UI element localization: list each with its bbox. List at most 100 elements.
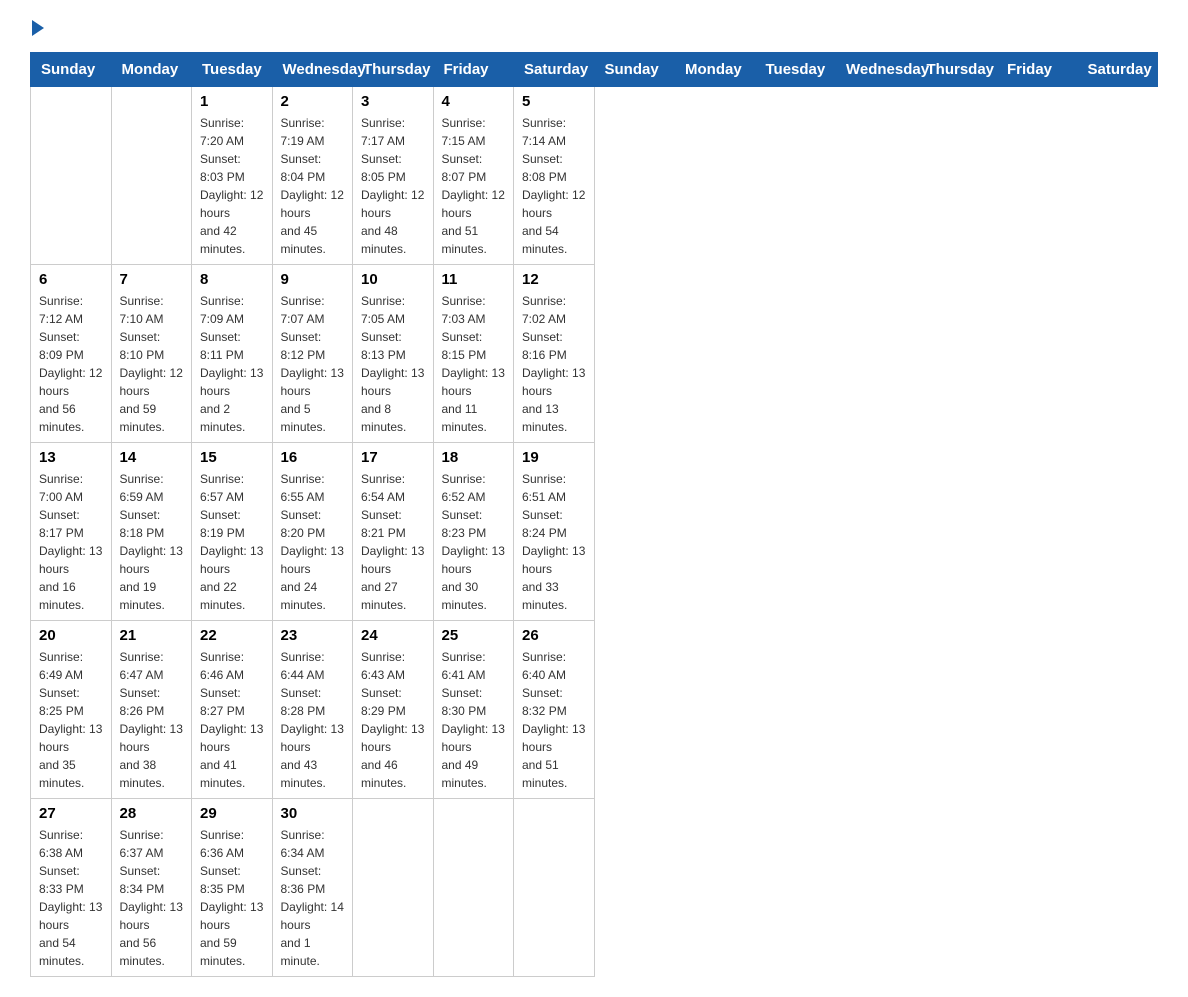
day-info: Sunrise: 6:36 AM Sunset: 8:35 PM Dayligh… xyxy=(200,826,264,970)
header-monday: Monday xyxy=(675,53,756,87)
day-number: 10 xyxy=(361,271,425,288)
day-number: 1 xyxy=(200,93,264,110)
calendar-cell: 8 Sunrise: 7:09 AM Sunset: 8:11 PM Daylig… xyxy=(192,265,273,443)
calendar-cell: 24 Sunrise: 6:43 AM Sunset: 8:29 PM Dayli… xyxy=(353,621,434,799)
day-info: Sunrise: 7:07 AM Sunset: 8:12 PM Dayligh… xyxy=(281,292,345,436)
page-header xyxy=(30,20,1158,32)
day-info: Sunrise: 6:46 AM Sunset: 8:27 PM Dayligh… xyxy=(200,648,264,792)
day-number: 20 xyxy=(39,627,103,644)
calendar-cell: 29 Sunrise: 6:36 AM Sunset: 8:35 PM Dayli… xyxy=(192,799,273,977)
day-info: Sunrise: 6:37 AM Sunset: 8:34 PM Dayligh… xyxy=(120,826,184,970)
day-number: 28 xyxy=(120,805,184,822)
calendar-cell: 7 Sunrise: 7:10 AM Sunset: 8:10 PM Daylig… xyxy=(111,265,192,443)
calendar-cell: 19 Sunrise: 6:51 AM Sunset: 8:24 PM Dayli… xyxy=(514,443,595,621)
day-number: 16 xyxy=(281,449,345,466)
calendar-cell: 6 Sunrise: 7:12 AM Sunset: 8:09 PM Daylig… xyxy=(31,265,112,443)
day-number: 3 xyxy=(361,93,425,110)
day-info: Sunrise: 7:19 AM Sunset: 8:04 PM Dayligh… xyxy=(281,114,345,258)
calendar-header-row: SundayMondayTuesdayWednesdayThursdayFrid… xyxy=(31,53,1158,87)
day-info: Sunrise: 6:57 AM Sunset: 8:19 PM Dayligh… xyxy=(200,470,264,614)
day-info: Sunrise: 6:40 AM Sunset: 8:32 PM Dayligh… xyxy=(522,648,586,792)
day-number: 21 xyxy=(120,627,184,644)
day-info: Sunrise: 7:10 AM Sunset: 8:10 PM Dayligh… xyxy=(120,292,184,436)
day-info: Sunrise: 6:34 AM Sunset: 8:36 PM Dayligh… xyxy=(281,826,345,970)
header-saturday: Saturday xyxy=(514,53,595,87)
day-info: Sunrise: 6:52 AM Sunset: 8:23 PM Dayligh… xyxy=(442,470,506,614)
day-info: Sunrise: 7:03 AM Sunset: 8:15 PM Dayligh… xyxy=(442,292,506,436)
calendar-cell: 5 Sunrise: 7:14 AM Sunset: 8:08 PM Daylig… xyxy=(514,87,595,265)
day-number: 2 xyxy=(281,93,345,110)
calendar-cell: 3 Sunrise: 7:17 AM Sunset: 8:05 PM Daylig… xyxy=(353,87,434,265)
week-row-2: 6 Sunrise: 7:12 AM Sunset: 8:09 PM Daylig… xyxy=(31,265,1158,443)
calendar-cell xyxy=(433,799,514,977)
calendar-cell: 10 Sunrise: 7:05 AM Sunset: 8:13 PM Dayli… xyxy=(353,265,434,443)
calendar-cell: 4 Sunrise: 7:15 AM Sunset: 8:07 PM Daylig… xyxy=(433,87,514,265)
day-number: 27 xyxy=(39,805,103,822)
day-number: 30 xyxy=(281,805,345,822)
calendar-cell: 28 Sunrise: 6:37 AM Sunset: 8:34 PM Dayli… xyxy=(111,799,192,977)
day-info: Sunrise: 7:05 AM Sunset: 8:13 PM Dayligh… xyxy=(361,292,425,436)
week-row-5: 27 Sunrise: 6:38 AM Sunset: 8:33 PM Dayli… xyxy=(31,799,1158,977)
calendar-cell: 21 Sunrise: 6:47 AM Sunset: 8:26 PM Dayli… xyxy=(111,621,192,799)
calendar-cell: 20 Sunrise: 6:49 AM Sunset: 8:25 PM Dayli… xyxy=(31,621,112,799)
header-saturday: Saturday xyxy=(1077,53,1158,87)
header-thursday: Thursday xyxy=(353,53,434,87)
day-info: Sunrise: 6:38 AM Sunset: 8:33 PM Dayligh… xyxy=(39,826,103,970)
day-number: 5 xyxy=(522,93,586,110)
day-number: 15 xyxy=(200,449,264,466)
calendar-cell: 23 Sunrise: 6:44 AM Sunset: 8:28 PM Dayli… xyxy=(272,621,353,799)
header-tuesday: Tuesday xyxy=(192,53,273,87)
calendar-cell: 26 Sunrise: 6:40 AM Sunset: 8:32 PM Dayli… xyxy=(514,621,595,799)
calendar-cell: 30 Sunrise: 6:34 AM Sunset: 8:36 PM Dayli… xyxy=(272,799,353,977)
day-number: 8 xyxy=(200,271,264,288)
header-monday: Monday xyxy=(111,53,192,87)
day-info: Sunrise: 7:09 AM Sunset: 8:11 PM Dayligh… xyxy=(200,292,264,436)
calendar-cell: 22 Sunrise: 6:46 AM Sunset: 8:27 PM Dayli… xyxy=(192,621,273,799)
week-row-1: 1 Sunrise: 7:20 AM Sunset: 8:03 PM Daylig… xyxy=(31,87,1158,265)
day-number: 9 xyxy=(281,271,345,288)
day-number: 22 xyxy=(200,627,264,644)
day-info: Sunrise: 7:12 AM Sunset: 8:09 PM Dayligh… xyxy=(39,292,103,436)
calendar-cell: 17Sunrise: 6:54 AM Sunset: 8:21 PM Dayli… xyxy=(353,443,434,621)
day-info: Sunrise: 7:17 AM Sunset: 8:05 PM Dayligh… xyxy=(361,114,425,258)
day-number: 25 xyxy=(442,627,506,644)
calendar-cell: 13Sunrise: 7:00 AM Sunset: 8:17 PM Dayli… xyxy=(31,443,112,621)
day-info: Sunrise: 7:14 AM Sunset: 8:08 PM Dayligh… xyxy=(522,114,586,258)
calendar-cell: 9 Sunrise: 7:07 AM Sunset: 8:12 PM Daylig… xyxy=(272,265,353,443)
day-number: 6 xyxy=(39,271,103,288)
day-info: Sunrise: 6:43 AM Sunset: 8:29 PM Dayligh… xyxy=(361,648,425,792)
day-number: 13 xyxy=(39,449,103,466)
header-wednesday: Wednesday xyxy=(272,53,353,87)
day-info: Sunrise: 6:44 AM Sunset: 8:28 PM Dayligh… xyxy=(281,648,345,792)
day-number: 26 xyxy=(522,627,586,644)
day-number: 14 xyxy=(120,449,184,466)
day-info: Sunrise: 7:15 AM Sunset: 8:07 PM Dayligh… xyxy=(442,114,506,258)
calendar-cell xyxy=(31,87,112,265)
calendar-table: SundayMondayTuesdayWednesdayThursdayFrid… xyxy=(30,52,1158,977)
day-number: 19 xyxy=(522,449,586,466)
header-tuesday: Tuesday xyxy=(755,53,836,87)
day-info: Sunrise: 6:54 AM Sunset: 8:21 PM Dayligh… xyxy=(361,470,425,614)
day-info: Sunrise: 6:41 AM Sunset: 8:30 PM Dayligh… xyxy=(442,648,506,792)
calendar-cell: 27 Sunrise: 6:38 AM Sunset: 8:33 PM Dayli… xyxy=(31,799,112,977)
day-info: Sunrise: 6:59 AM Sunset: 8:18 PM Dayligh… xyxy=(120,470,184,614)
day-info: Sunrise: 6:49 AM Sunset: 8:25 PM Dayligh… xyxy=(39,648,103,792)
calendar-cell: 14 Sunrise: 6:59 AM Sunset: 8:18 PM Dayli… xyxy=(111,443,192,621)
calendar-cell: 18Sunrise: 6:52 AM Sunset: 8:23 PM Dayli… xyxy=(433,443,514,621)
day-number: 24 xyxy=(361,627,425,644)
day-number: 23 xyxy=(281,627,345,644)
day-number: 4 xyxy=(442,93,506,110)
calendar-cell xyxy=(514,799,595,977)
day-number: 11 xyxy=(442,271,506,288)
day-number: 29 xyxy=(200,805,264,822)
calendar-cell: 12Sunrise: 7:02 AM Sunset: 8:16 PM Dayli… xyxy=(514,265,595,443)
day-info: Sunrise: 7:20 AM Sunset: 8:03 PM Dayligh… xyxy=(200,114,264,258)
header-friday: Friday xyxy=(997,53,1078,87)
calendar-cell xyxy=(111,87,192,265)
day-info: Sunrise: 6:51 AM Sunset: 8:24 PM Dayligh… xyxy=(522,470,586,614)
calendar-cell: 2 Sunrise: 7:19 AM Sunset: 8:04 PM Daylig… xyxy=(272,87,353,265)
day-info: Sunrise: 6:55 AM Sunset: 8:20 PM Dayligh… xyxy=(281,470,345,614)
header-thursday: Thursday xyxy=(916,53,997,87)
day-number: 7 xyxy=(120,271,184,288)
day-info: Sunrise: 6:47 AM Sunset: 8:26 PM Dayligh… xyxy=(120,648,184,792)
